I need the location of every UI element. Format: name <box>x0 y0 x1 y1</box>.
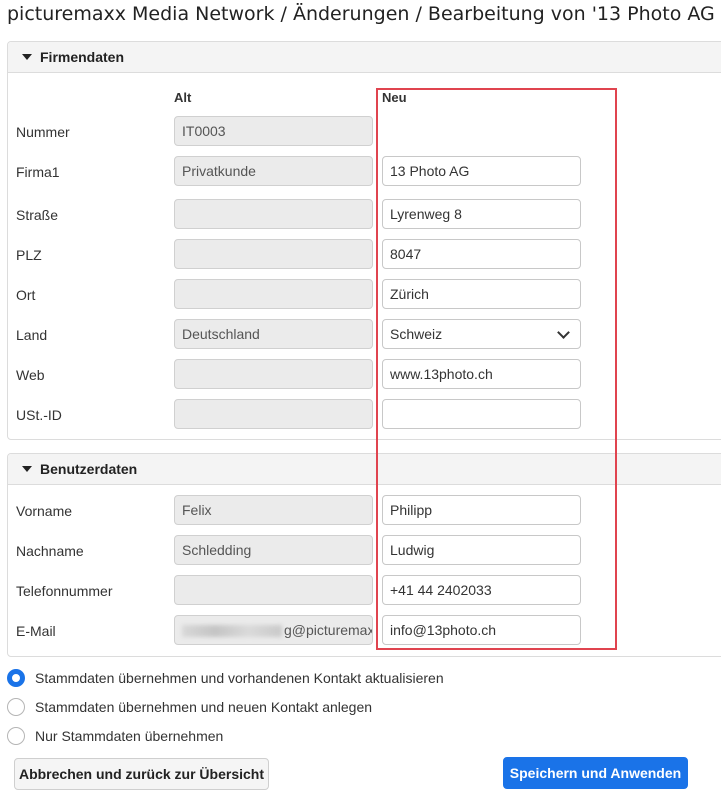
new-firma1-input[interactable]: 13 Photo AG <box>382 156 581 186</box>
new-plz-input[interactable]: 8047 <box>382 239 581 269</box>
new-vorname-input[interactable]: Philipp <box>382 495 581 525</box>
old-ort-field <box>174 279 373 309</box>
old-nummer-field: IT0003 <box>174 116 373 146</box>
panel-header-benutzerdaten[interactable]: Benutzerdaten <box>8 454 721 485</box>
land-selected-value: Schweiz <box>390 326 443 342</box>
label-plz: PLZ <box>16 247 42 263</box>
column-header-new: Neu <box>382 90 407 105</box>
old-email-visible: g@picturemaxx <box>284 622 373 638</box>
new-strasse-input[interactable]: Lyrenweg 8 <box>382 199 581 229</box>
option-label: Stammdaten übernehmen und vorhandenen Ko… <box>35 670 444 686</box>
label-nachname: Nachname <box>16 543 84 559</box>
old-vorname-field: Felix <box>174 495 373 525</box>
caret-down-icon <box>22 466 32 472</box>
new-ustid-input[interactable] <box>382 399 581 429</box>
new-nachname-input[interactable]: Ludwig <box>382 535 581 565</box>
label-land: Land <box>16 327 48 343</box>
label-nummer: Nummer <box>16 124 70 140</box>
column-header-old: Alt <box>174 90 192 105</box>
new-email-input[interactable]: info@13photo.ch <box>382 615 581 645</box>
old-land-field: Deutschland <box>174 319 373 349</box>
old-firma1-field: Privatkunde <box>174 156 373 186</box>
caret-down-icon <box>22 54 32 60</box>
label-web: Web <box>16 367 45 383</box>
redacted-blur <box>182 625 282 638</box>
new-telefonnummer-input[interactable]: +41 44 2402033 <box>382 575 581 605</box>
panel-title: Firmendaten <box>40 49 125 65</box>
cancel-button[interactable]: Abbrechen und zurück zur Übersicht <box>14 758 269 790</box>
panel-header-firmendaten[interactable]: Firmendaten <box>8 42 721 73</box>
label-telefonnummer: Telefonnummer <box>16 583 113 599</box>
radio-unchecked[interactable] <box>7 698 25 716</box>
old-ustid-field <box>174 399 373 429</box>
option-label: Nur Stammdaten übernehmen <box>35 728 224 744</box>
label-ustid: USt.-ID <box>16 407 62 423</box>
old-email-field: g@picturemaxx <box>174 615 373 645</box>
radio-checked[interactable] <box>7 669 25 687</box>
old-nachname-field: Schledding <box>174 535 373 565</box>
save-button[interactable]: Speichern und Anwenden <box>503 757 688 789</box>
page-title: picturemaxx Media Network / Änderungen /… <box>7 3 721 25</box>
new-ort-input[interactable]: Zürich <box>382 279 581 309</box>
label-firma1: Firma1 <box>16 164 60 180</box>
new-web-input[interactable]: www.13photo.ch <box>382 359 581 389</box>
label-strasse: Straße <box>16 207 59 223</box>
radio-unchecked[interactable] <box>7 727 25 745</box>
panel-title: Benutzerdaten <box>40 461 138 477</box>
option-label: Stammdaten übernehmen und neuen Kontakt … <box>35 699 373 715</box>
label-ort: Ort <box>16 287 36 303</box>
label-vorname: Vorname <box>16 503 73 519</box>
old-plz-field <box>174 239 373 269</box>
old-web-field <box>174 359 373 389</box>
new-land-select[interactable]: Schweiz <box>382 319 581 349</box>
chevron-down-icon <box>557 326 570 339</box>
old-telefonnummer-field <box>174 575 373 605</box>
label-email: E-Mail <box>16 623 56 639</box>
old-strasse-field <box>174 199 373 229</box>
